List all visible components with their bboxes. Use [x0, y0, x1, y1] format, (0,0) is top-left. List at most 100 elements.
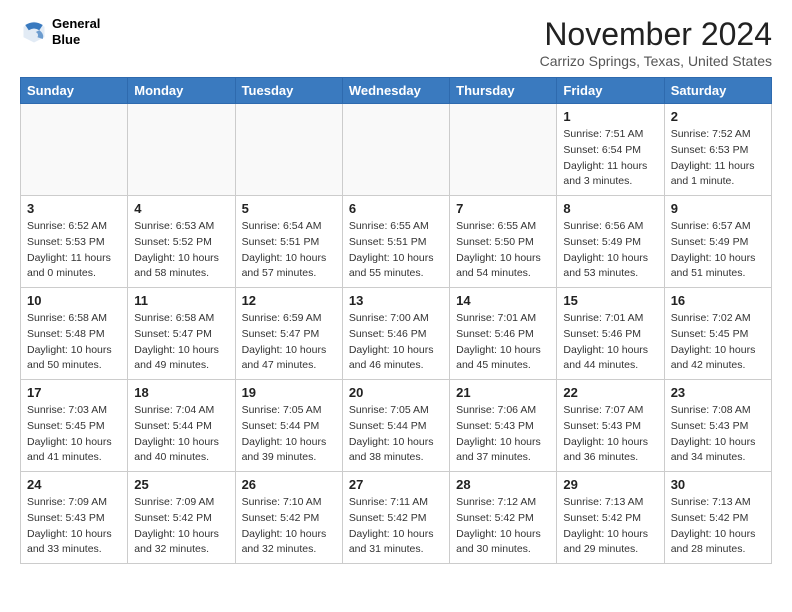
day-number: 16 — [671, 293, 765, 308]
day-number: 12 — [242, 293, 336, 308]
day-number: 23 — [671, 385, 765, 400]
day-info: Sunrise: 7:10 AMSunset: 5:42 PMDaylight:… — [242, 495, 336, 558]
day-info: Sunrise: 7:05 AMSunset: 5:44 PMDaylight:… — [242, 403, 336, 466]
day-number: 1 — [563, 109, 657, 124]
calendar-cell: 2 Sunrise: 7:52 AMSunset: 6:53 PMDaylight… — [664, 104, 771, 196]
day-number: 13 — [349, 293, 443, 308]
day-number: 22 — [563, 385, 657, 400]
calendar-cell: 11Sunrise: 6:58 AMSunset: 5:47 PMDayligh… — [128, 288, 235, 380]
week-row-2: 10Sunrise: 6:58 AMSunset: 5:48 PMDayligh… — [21, 288, 772, 380]
weekday-header-friday: Friday — [557, 78, 664, 104]
calendar-cell: 13Sunrise: 7:00 AMSunset: 5:46 PMDayligh… — [342, 288, 449, 380]
day-number: 2 — [671, 109, 765, 124]
weekday-header-thursday: Thursday — [450, 78, 557, 104]
day-info: Sunrise: 7:52 AMSunset: 6:53 PMDaylight:… — [671, 127, 765, 190]
weekday-header-monday: Monday — [128, 78, 235, 104]
calendar-cell: 30 Sunrise: 7:13 AMSunset: 5:42 PMDayligh… — [664, 472, 771, 564]
calendar-cell: 16 Sunrise: 7:02 AMSunset: 5:45 PMDayligh… — [664, 288, 771, 380]
calendar-cell: 28 Sunrise: 7:12 AMSunset: 5:42 PMDayligh… — [450, 472, 557, 564]
day-number: 19 — [242, 385, 336, 400]
day-number: 21 — [456, 385, 550, 400]
calendar-cell: 3 Sunrise: 6:52 AMSunset: 5:53 PMDaylight… — [21, 196, 128, 288]
day-number: 7 — [456, 201, 550, 216]
day-info: Sunrise: 7:01 AMSunset: 5:46 PMDaylight:… — [456, 311, 550, 374]
calendar-cell: 15 Sunrise: 7:01 AMSunset: 5:46 PMDayligh… — [557, 288, 664, 380]
day-info: Sunrise: 7:07 AMSunset: 5:43 PMDaylight:… — [563, 403, 657, 466]
week-row-1: 3 Sunrise: 6:52 AMSunset: 5:53 PMDaylight… — [21, 196, 772, 288]
day-number: 6 — [349, 201, 443, 216]
day-number: 27 — [349, 477, 443, 492]
day-number: 29 — [563, 477, 657, 492]
week-row-3: 17 Sunrise: 7:03 AMSunset: 5:45 PMDayligh… — [21, 380, 772, 472]
day-number: 17 — [27, 385, 121, 400]
day-info: Sunrise: 7:09 AMSunset: 5:43 PMDaylight:… — [27, 495, 121, 558]
day-info: Sunrise: 6:54 AMSunset: 5:51 PMDaylight:… — [242, 219, 336, 282]
calendar-cell: 7 Sunrise: 6:55 AMSunset: 5:50 PMDaylight… — [450, 196, 557, 288]
calendar-cell: 8 Sunrise: 6:56 AMSunset: 5:49 PMDaylight… — [557, 196, 664, 288]
calendar-cell: 23 Sunrise: 7:08 AMSunset: 5:43 PMDayligh… — [664, 380, 771, 472]
day-info: Sunrise: 6:55 AMSunset: 5:51 PMDaylight:… — [349, 219, 443, 282]
weekday-header-sunday: Sunday — [21, 78, 128, 104]
calendar-cell: 29Sunrise: 7:13 AMSunset: 5:42 PMDayligh… — [557, 472, 664, 564]
day-info: Sunrise: 7:01 AMSunset: 5:46 PMDaylight:… — [563, 311, 657, 374]
day-info: Sunrise: 6:53 AMSunset: 5:52 PMDaylight:… — [134, 219, 228, 282]
day-number: 5 — [242, 201, 336, 216]
calendar-cell: 5 Sunrise: 6:54 AMSunset: 5:51 PMDaylight… — [235, 196, 342, 288]
day-number: 28 — [456, 477, 550, 492]
calendar-cell — [128, 104, 235, 196]
day-info: Sunrise: 7:06 AMSunset: 5:43 PMDaylight:… — [456, 403, 550, 466]
calendar-cell: 10Sunrise: 6:58 AMSunset: 5:48 PMDayligh… — [21, 288, 128, 380]
calendar-cell: 24 Sunrise: 7:09 AMSunset: 5:43 PMDayligh… — [21, 472, 128, 564]
calendar-cell — [450, 104, 557, 196]
calendar-cell: 4 Sunrise: 6:53 AMSunset: 5:52 PMDaylight… — [128, 196, 235, 288]
calendar-cell: 18 Sunrise: 7:04 AMSunset: 5:44 PMDayligh… — [128, 380, 235, 472]
header: General Blue November 2024 Carrizo Sprin… — [20, 16, 772, 69]
calendar-cell: 22 Sunrise: 7:07 AMSunset: 5:43 PMDayligh… — [557, 380, 664, 472]
day-number: 8 — [563, 201, 657, 216]
calendar-cell: 12 Sunrise: 6:59 AMSunset: 5:47 PMDayligh… — [235, 288, 342, 380]
calendar-cell: 20 Sunrise: 7:05 AMSunset: 5:44 PMDayligh… — [342, 380, 449, 472]
day-info: Sunrise: 7:11 AMSunset: 5:42 PMDaylight:… — [349, 495, 443, 558]
day-number: 11 — [134, 293, 228, 308]
calendar-cell: 21 Sunrise: 7:06 AMSunset: 5:43 PMDayligh… — [450, 380, 557, 472]
weekday-header-wednesday: Wednesday — [342, 78, 449, 104]
day-number: 18 — [134, 385, 228, 400]
day-info: Sunrise: 7:12 AMSunset: 5:42 PMDaylight:… — [456, 495, 550, 558]
logo-text: General Blue — [52, 16, 100, 47]
day-info: Sunrise: 7:02 AMSunset: 5:45 PMDaylight:… — [671, 311, 765, 374]
day-number: 15 — [563, 293, 657, 308]
day-number: 30 — [671, 477, 765, 492]
calendar-cell: 19 Sunrise: 7:05 AMSunset: 5:44 PMDayligh… — [235, 380, 342, 472]
day-number: 14 — [456, 293, 550, 308]
day-info: Sunrise: 7:09 AMSunset: 5:42 PMDaylight:… — [134, 495, 228, 558]
calendar-cell — [235, 104, 342, 196]
day-info: Sunrise: 7:08 AMSunset: 5:43 PMDaylight:… — [671, 403, 765, 466]
weekday-header-saturday: Saturday — [664, 78, 771, 104]
day-info: Sunrise: 6:58 AMSunset: 5:48 PMDaylight:… — [27, 311, 121, 374]
day-info: Sunrise: 7:05 AMSunset: 5:44 PMDaylight:… — [349, 403, 443, 466]
day-number: 24 — [27, 477, 121, 492]
calendar-cell: 26Sunrise: 7:10 AMSunset: 5:42 PMDayligh… — [235, 472, 342, 564]
day-number: 3 — [27, 201, 121, 216]
day-info: Sunrise: 7:04 AMSunset: 5:44 PMDaylight:… — [134, 403, 228, 466]
calendar-cell: 27 Sunrise: 7:11 AMSunset: 5:42 PMDayligh… — [342, 472, 449, 564]
day-info: Sunrise: 7:13 AMSunset: 5:42 PMDaylight:… — [671, 495, 765, 558]
week-row-4: 24 Sunrise: 7:09 AMSunset: 5:43 PMDayligh… — [21, 472, 772, 564]
calendar-cell: 9Sunrise: 6:57 AMSunset: 5:49 PMDaylight… — [664, 196, 771, 288]
calendar-table: SundayMondayTuesdayWednesdayThursdayFrid… — [20, 77, 772, 564]
calendar-cell: 17 Sunrise: 7:03 AMSunset: 5:45 PMDayligh… — [21, 380, 128, 472]
location-title: Carrizo Springs, Texas, United States — [540, 53, 772, 69]
day-info: Sunrise: 6:52 AMSunset: 5:53 PMDaylight:… — [27, 219, 121, 282]
day-info: Sunrise: 6:56 AMSunset: 5:49 PMDaylight:… — [563, 219, 657, 282]
week-row-0: 1 Sunrise: 7:51 AMSunset: 6:54 PMDaylight… — [21, 104, 772, 196]
day-info: Sunrise: 7:03 AMSunset: 5:45 PMDaylight:… — [27, 403, 121, 466]
day-number: 4 — [134, 201, 228, 216]
day-number: 20 — [349, 385, 443, 400]
title-area: November 2024 Carrizo Springs, Texas, Un… — [540, 16, 772, 69]
day-info: Sunrise: 6:55 AMSunset: 5:50 PMDaylight:… — [456, 219, 550, 282]
calendar-cell: 6 Sunrise: 6:55 AMSunset: 5:51 PMDaylight… — [342, 196, 449, 288]
day-info: Sunrise: 6:57 AMSunset: 5:49 PMDaylight:… — [671, 219, 765, 282]
day-info: Sunrise: 7:51 AMSunset: 6:54 PMDaylight:… — [563, 127, 657, 190]
calendar-cell — [342, 104, 449, 196]
day-info: Sunrise: 6:59 AMSunset: 5:47 PMDaylight:… — [242, 311, 336, 374]
